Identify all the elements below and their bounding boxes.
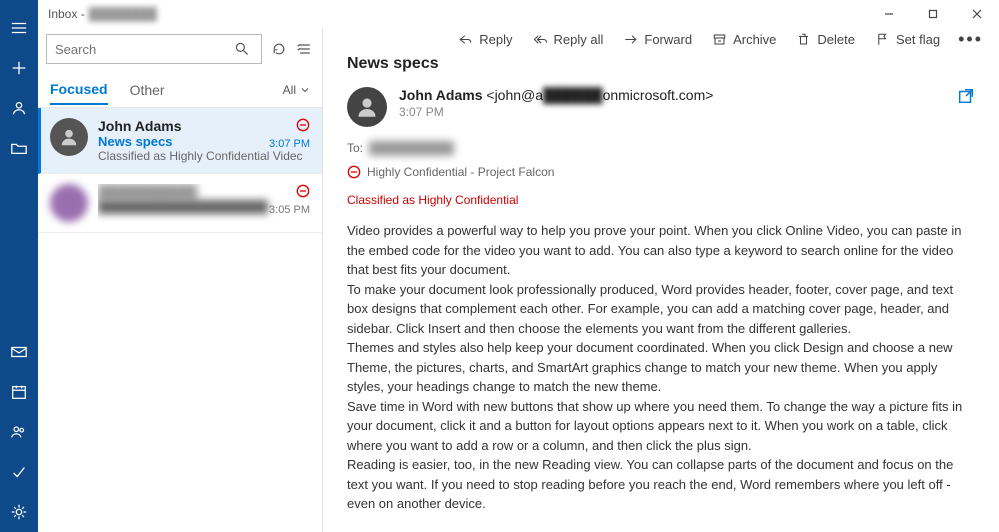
window-title-account: ████████ — [89, 7, 157, 21]
tab-focused[interactable]: Focused — [50, 75, 108, 105]
from-line: John Adams <john@a██████onmicrosoft.com> — [399, 87, 945, 103]
search-icon[interactable] — [231, 38, 253, 60]
refresh-icon[interactable] — [270, 38, 288, 60]
reply-button[interactable]: Reply — [450, 28, 520, 51]
nav-rail — [0, 0, 38, 532]
command-bar: Reply Reply all Forward Archive Delete S… — [323, 28, 999, 51]
new-mail-icon[interactable] — [0, 48, 38, 88]
search-box[interactable] — [46, 34, 262, 64]
reading-subject: News specs — [347, 55, 975, 73]
window-title: Inbox - — [48, 7, 85, 21]
delete-button[interactable]: Delete — [788, 28, 863, 51]
message-preview: Classified as Highly Confidential Videc — [98, 149, 310, 163]
avatar — [50, 184, 88, 222]
reading-pane: Reply Reply all Forward Archive Delete S… — [323, 28, 999, 532]
message-sender: ██████████ — [98, 184, 310, 200]
archive-button[interactable]: Archive — [704, 28, 784, 51]
maximize-button[interactable] — [911, 0, 955, 28]
title-bar: Inbox - ████████ — [38, 0, 999, 28]
contacts-icon[interactable] — [0, 412, 38, 452]
hamburger-icon[interactable] — [0, 8, 38, 48]
minimize-button[interactable] — [867, 0, 911, 28]
close-button[interactable] — [955, 0, 999, 28]
to-line: To: ██████████ — [347, 141, 975, 155]
people-icon[interactable] — [0, 88, 38, 128]
set-flag-button[interactable]: Set flag — [867, 28, 948, 51]
classification-header: Classified as Highly Confidential — [347, 193, 975, 207]
message-sender: John Adams — [98, 118, 310, 134]
message-item[interactable]: John Adams News specs Classified as High… — [38, 108, 322, 174]
checkmark-icon[interactable] — [0, 452, 38, 492]
tab-other[interactable]: Other — [130, 76, 165, 104]
sensitivity-label: Highly Confidential - Project Falcon — [347, 165, 975, 179]
sent-time: 3:07 PM — [399, 105, 945, 119]
search-input[interactable] — [55, 42, 231, 57]
more-actions-button[interactable]: ••• — [952, 29, 989, 50]
message-item[interactable]: ██████████ ████████████████████ 3:05 PM — [38, 174, 322, 233]
filter-dropdown[interactable]: All — [283, 83, 310, 97]
message-body: Video provides a powerful way to help yo… — [347, 221, 975, 514]
avatar — [50, 118, 88, 156]
calendar-icon[interactable] — [0, 372, 38, 412]
settings-icon[interactable] — [0, 492, 38, 532]
pop-out-icon[interactable] — [957, 87, 975, 108]
message-time: 3:07 PM — [269, 138, 310, 150]
classification-icon — [296, 118, 310, 135]
message-list-pane: Focused Other All John Adams News specs … — [38, 28, 323, 532]
reply-all-button[interactable]: Reply all — [525, 28, 612, 51]
classification-icon — [296, 184, 310, 201]
message-time: 3:05 PM — [269, 204, 310, 216]
select-mode-icon[interactable] — [296, 38, 314, 60]
mail-icon[interactable] — [0, 332, 38, 372]
sender-avatar — [347, 87, 387, 127]
forward-button[interactable]: Forward — [615, 28, 700, 51]
folder-icon[interactable] — [0, 128, 38, 168]
